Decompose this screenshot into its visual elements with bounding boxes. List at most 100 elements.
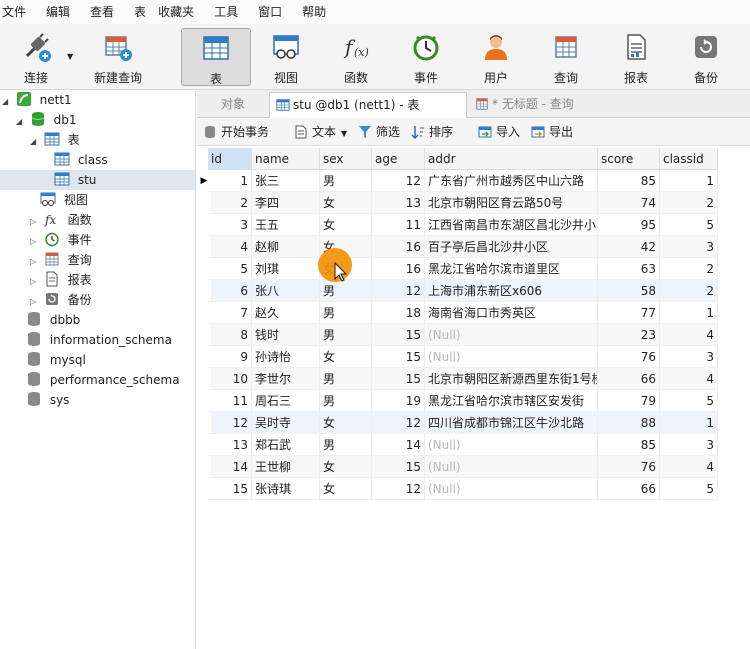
- cell-score[interactable]: 58: [598, 280, 660, 302]
- cell-name[interactable]: 吴时寺: [252, 412, 320, 434]
- export-button[interactable]: 导出: [531, 123, 573, 141]
- cell-score[interactable]: 74: [598, 192, 660, 214]
- tree-reports[interactable]: ▷ 报表: [30, 270, 92, 290]
- tree-functions[interactable]: ▷ fx 函数: [30, 210, 92, 230]
- cell-score[interactable]: 76: [598, 456, 660, 478]
- column-header-name[interactable]: name: [252, 148, 320, 170]
- menu-help[interactable]: 帮助: [292, 0, 336, 24]
- tree-backups[interactable]: ▷ 备份: [30, 290, 92, 310]
- column-header-id[interactable]: id: [208, 148, 252, 170]
- cell-age[interactable]: 15: [372, 324, 425, 346]
- cell-id[interactable]: 12: [208, 412, 252, 434]
- cell-addr[interactable]: 北京市朝阳区新源西里东街1号楼: [425, 368, 598, 390]
- table-button[interactable]: 表: [181, 28, 251, 86]
- cell-score[interactable]: 85: [598, 434, 660, 456]
- cell-sex[interactable]: 男: [320, 170, 372, 192]
- cell-addr[interactable]: 四川省成都市锦江区牛沙北路: [425, 412, 598, 434]
- cell-age[interactable]: 15: [372, 456, 425, 478]
- cell-sex[interactable]: 男: [320, 324, 372, 346]
- cell-id[interactable]: 13: [208, 434, 252, 456]
- cell-addr[interactable]: (Null): [425, 324, 598, 346]
- cell-classid[interactable]: 2: [660, 280, 718, 302]
- connect-dropdown-arrow[interactable]: ▼: [67, 52, 73, 61]
- column-header-age[interactable]: age: [372, 148, 425, 170]
- cell-sex[interactable]: 女: [320, 192, 372, 214]
- cell-name[interactable]: 李世尔: [252, 368, 320, 390]
- cell-classid[interactable]: 2: [660, 258, 718, 280]
- report-button[interactable]: 报表: [601, 28, 671, 86]
- tab-stu-table[interactable]: stu @db1 (nett1) - 表: [269, 92, 467, 118]
- tree-db-performance-schema[interactable]: performance_schema: [26, 370, 180, 390]
- cell-addr[interactable]: (Null): [425, 478, 598, 500]
- cell-name[interactable]: 郑石武: [252, 434, 320, 456]
- cell-id[interactable]: 11: [208, 390, 252, 412]
- menu-tools[interactable]: 工具: [204, 0, 248, 24]
- cell-id[interactable]: 7: [208, 302, 252, 324]
- cell-sex[interactable]: 男: [320, 302, 372, 324]
- cell-addr[interactable]: (Null): [425, 434, 598, 456]
- user-button[interactable]: 用户: [461, 28, 531, 86]
- cell-age[interactable]: 12: [372, 412, 425, 434]
- cell-score[interactable]: 95: [598, 214, 660, 236]
- text-button[interactable]: 文本 ▼: [294, 123, 347, 141]
- cell-score[interactable]: 88: [598, 412, 660, 434]
- expand-icon[interactable]: ▷: [30, 292, 40, 312]
- cell-id[interactable]: 2: [208, 192, 252, 214]
- cell-age[interactable]: 12: [372, 280, 425, 302]
- cell-name[interactable]: 王五: [252, 214, 320, 236]
- cell-classid[interactable]: 3: [660, 346, 718, 368]
- cell-score[interactable]: 63: [598, 258, 660, 280]
- column-header-score[interactable]: score: [598, 148, 660, 170]
- cell-addr[interactable]: (Null): [425, 456, 598, 478]
- expand-icon[interactable]: ▷: [30, 272, 40, 292]
- backup-button[interactable]: 备份: [671, 28, 741, 86]
- cell-name[interactable]: 周石三: [252, 390, 320, 412]
- cell-classid[interactable]: 4: [660, 456, 718, 478]
- cell-age[interactable]: 11: [372, 214, 425, 236]
- cell-classid[interactable]: 3: [660, 236, 718, 258]
- column-header-classid[interactable]: classid: [660, 148, 718, 170]
- menu-view[interactable]: 查看: [80, 0, 124, 24]
- cell-classid[interactable]: 4: [660, 368, 718, 390]
- cell-age[interactable]: 12: [372, 478, 425, 500]
- cell-addr[interactable]: (Null): [425, 346, 598, 368]
- cell-name[interactable]: 孙诗怡: [252, 346, 320, 368]
- cell-name[interactable]: 张诗琪: [252, 478, 320, 500]
- new-query-button[interactable]: 新建查询: [78, 28, 158, 86]
- menu-edit[interactable]: 编辑: [36, 0, 80, 24]
- menu-favorites[interactable]: 收藏夹: [148, 0, 204, 24]
- menu-table[interactable]: 表: [124, 0, 148, 24]
- cell-sex[interactable]: 女: [320, 214, 372, 236]
- cell-addr[interactable]: 北京市朝阳区育云路50号: [425, 192, 598, 214]
- cell-id[interactable]: 8: [208, 324, 252, 346]
- tree-db-dbbb[interactable]: dbbb: [26, 310, 80, 330]
- cell-age[interactable]: 15: [372, 346, 425, 368]
- expand-icon[interactable]: ▷: [30, 232, 40, 252]
- cell-age[interactable]: 19: [372, 390, 425, 412]
- cell-addr[interactable]: 江西省南昌市东湖区昌北沙井小: [425, 214, 598, 236]
- cell-sex[interactable]: 男: [320, 390, 372, 412]
- cell-age[interactable]: 16: [372, 258, 425, 280]
- event-button[interactable]: 事件: [391, 28, 461, 86]
- cell-id[interactable]: 1: [208, 170, 252, 192]
- cell-classid[interactable]: 5: [660, 478, 718, 500]
- cell-name[interactable]: 张三: [252, 170, 320, 192]
- query-button[interactable]: 查询: [531, 28, 601, 86]
- function-button[interactable]: f (x) 函数: [321, 28, 391, 86]
- cell-classid[interactable]: 5: [660, 390, 718, 412]
- cell-classid[interactable]: 3: [660, 434, 718, 456]
- cell-addr[interactable]: 黑龙江省哈尔滨市道里区: [425, 258, 598, 280]
- cell-score[interactable]: 66: [598, 478, 660, 500]
- menu-file[interactable]: 文件: [0, 0, 36, 24]
- tree-db-mysql[interactable]: mysql: [26, 350, 86, 370]
- cell-addr[interactable]: 上海市浦东新区x606: [425, 280, 598, 302]
- cell-addr[interactable]: 黑龙江省哈尔滨市辖区安发街: [425, 390, 598, 412]
- tree-events[interactable]: ▷ 事件: [30, 230, 92, 250]
- tree-table-stu[interactable]: stu: [0, 170, 195, 190]
- cell-sex[interactable]: 女: [320, 346, 372, 368]
- cell-id[interactable]: 6: [208, 280, 252, 302]
- cell-age[interactable]: 15: [372, 368, 425, 390]
- cell-name[interactable]: 李四: [252, 192, 320, 214]
- cell-name[interactable]: 王世柳: [252, 456, 320, 478]
- cell-name[interactable]: 赵柳: [252, 236, 320, 258]
